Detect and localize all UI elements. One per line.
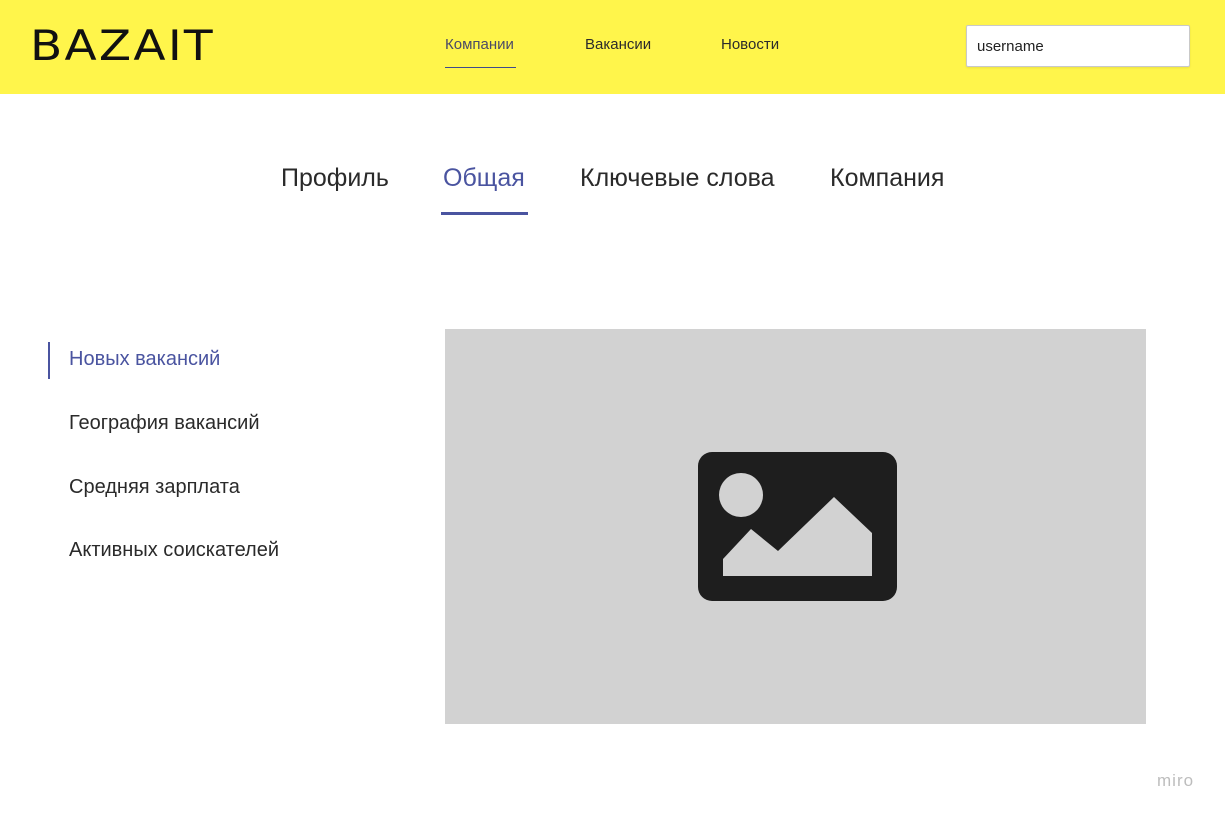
nav-active-underline bbox=[445, 67, 516, 68]
image-placeholder bbox=[445, 329, 1146, 724]
top-header: BAZAIT Компании Вакансии Новости usernam… bbox=[0, 0, 1225, 94]
sidebar-item-active-candidates[interactable]: Активных соискателей bbox=[69, 539, 279, 562]
nav-item-vacancies[interactable]: Вакансии bbox=[585, 36, 651, 53]
tab-keywords[interactable]: Ключевые слова bbox=[580, 164, 775, 193]
username-value: username bbox=[977, 38, 1044, 55]
tab-active-underline bbox=[441, 212, 528, 215]
logo[interactable]: BAZAIT bbox=[30, 22, 215, 70]
tab-company[interactable]: Компания bbox=[830, 164, 944, 193]
nav-item-news[interactable]: Новости bbox=[721, 36, 779, 53]
image-icon bbox=[698, 452, 897, 601]
miro-watermark: miro bbox=[1157, 771, 1195, 790]
sidebar-item-average-salary[interactable]: Средняя зарплата bbox=[69, 476, 240, 499]
tab-general[interactable]: Общая bbox=[443, 164, 525, 193]
sidebar-item-new-vacancies[interactable]: Новых вакансий bbox=[69, 348, 220, 371]
sidebar-item-vacancy-geography[interactable]: География вакансий bbox=[69, 412, 260, 435]
username-field[interactable]: username bbox=[966, 25, 1190, 67]
tab-profile[interactable]: Профиль bbox=[281, 164, 389, 193]
nav-item-companies[interactable]: Компании bbox=[445, 36, 514, 53]
sidebar-active-marker bbox=[48, 342, 50, 379]
